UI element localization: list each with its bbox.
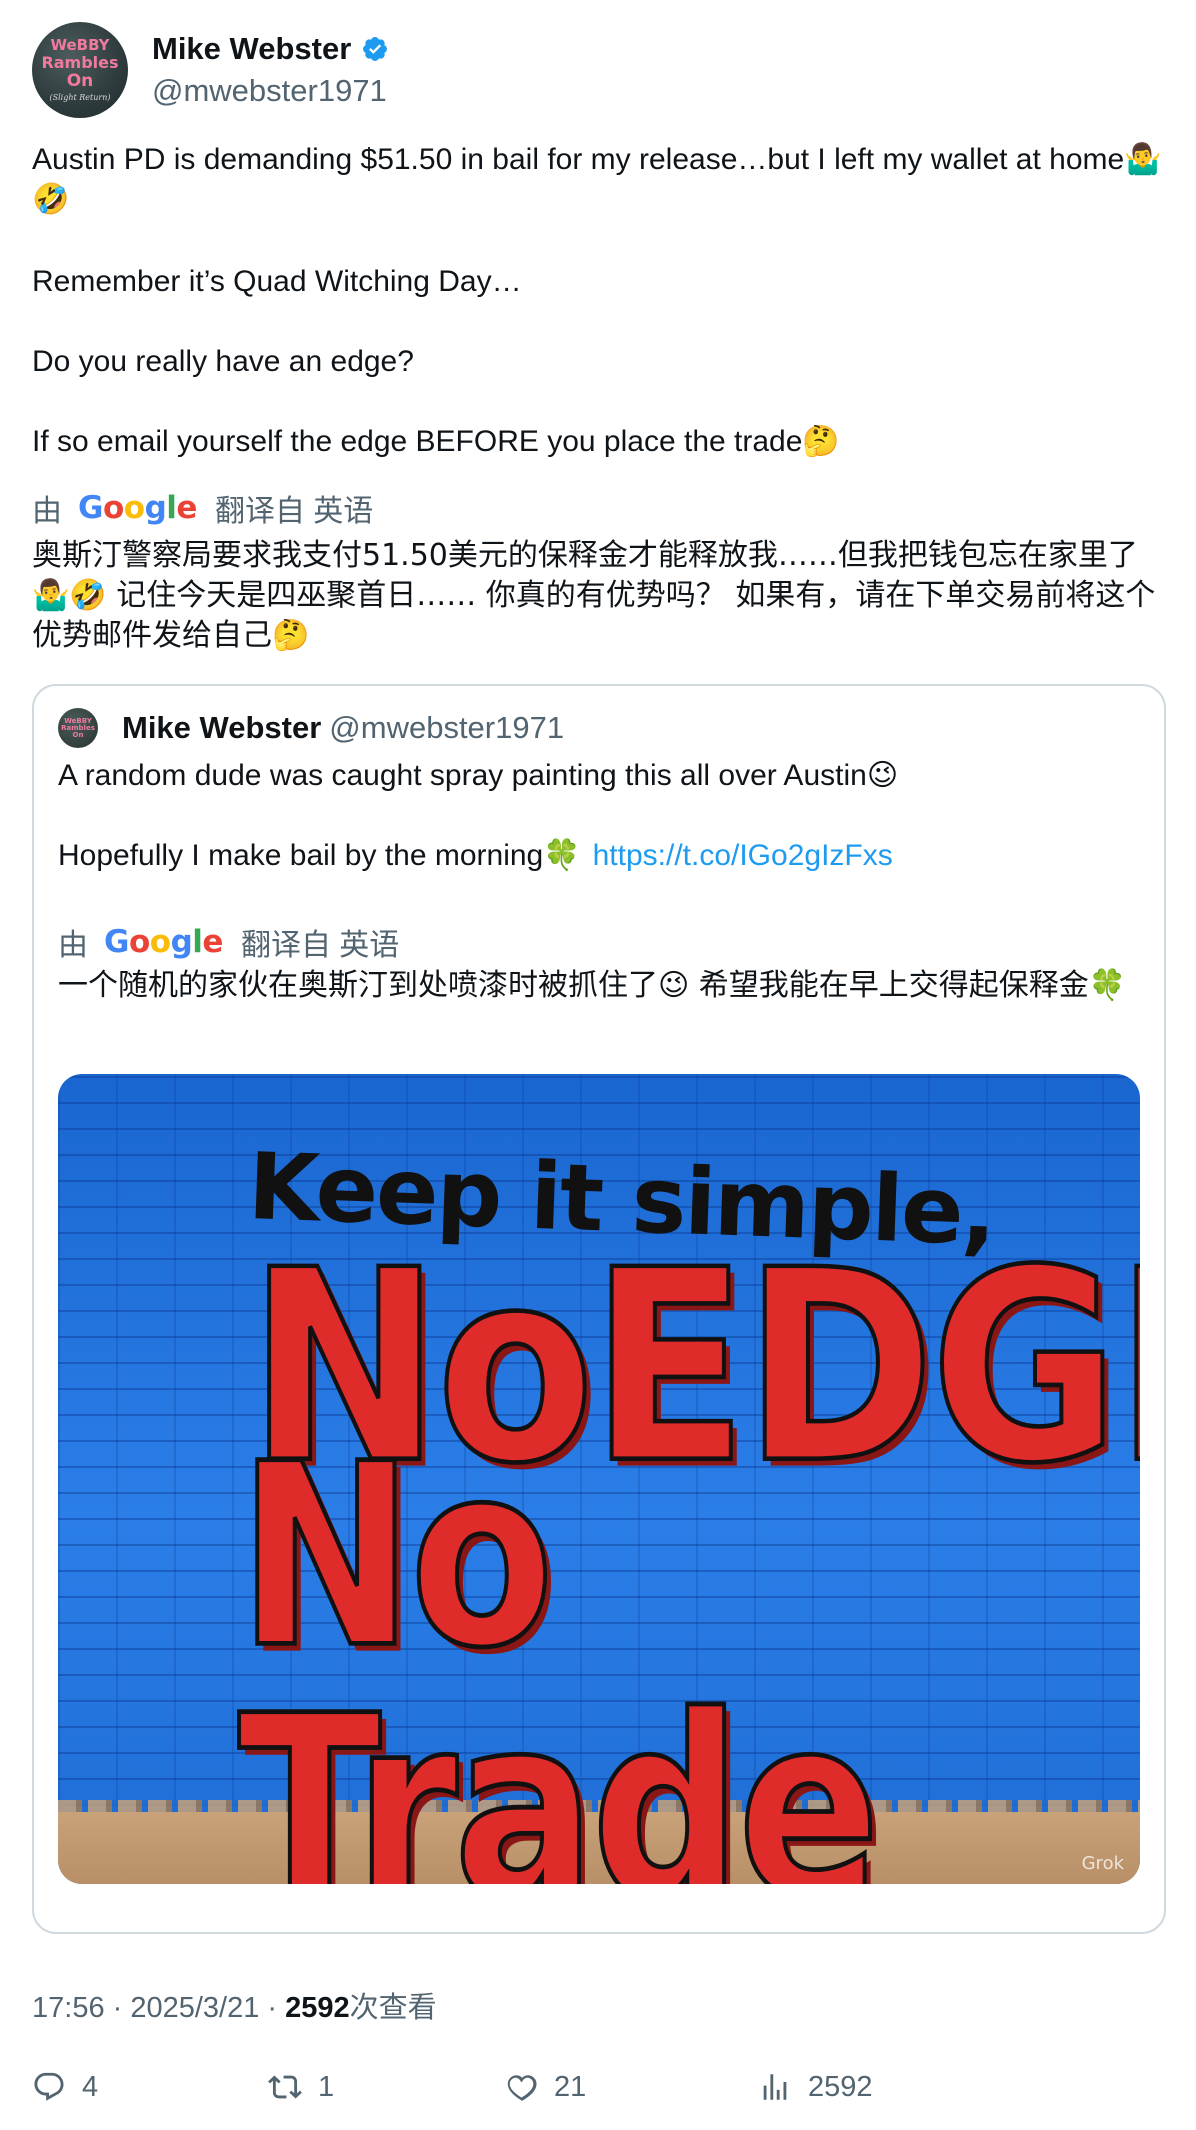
- tweet-meta: 17:56 · 2025/3/21 · 2592次查看: [32, 1984, 437, 2026]
- reply-button[interactable]: 4: [32, 2070, 98, 2104]
- tweet-header: WeBBY Rambles On (Slight Return) Mike We…: [32, 22, 389, 118]
- tweet-text-line-2: Remember it’s Quad Witching Day…: [32, 265, 522, 298]
- quoted-text-line-1: A random dude was caught spray painting …: [58, 759, 899, 792]
- retweet-count: 1: [318, 2070, 335, 2103]
- avatar-text-4: (Slight Return): [49, 93, 111, 102]
- google-logo-icon: Google: [104, 924, 223, 960]
- author-handle[interactable]: @mwebster1971: [152, 73, 389, 109]
- tweet-timestamp[interactable]: 17:56 · 2025/3/21 ·: [32, 1992, 285, 2024]
- translate-prefix: 由: [32, 495, 62, 528]
- views-button[interactable]: 2592: [758, 2070, 873, 2104]
- quoted-tweet[interactable]: WeBBY Rambles On Mike Webster @mwebster1…: [32, 684, 1166, 1934]
- tweet-page: WeBBY Rambles On (Slight Return) Mike We…: [0, 0, 1196, 2130]
- tweet-text-line-1: Austin PD is demanding $51.50 in bail fo…: [32, 143, 1162, 216]
- quoted-translate-prefix: 由: [58, 929, 88, 962]
- quoted-avatar: WeBBY Rambles On: [58, 708, 98, 748]
- views-icon: [763, 2074, 787, 2100]
- views-count: 2592: [808, 2070, 873, 2103]
- tweet-translation: 奥斯汀警察局要求我支付51.50美元的保释金才能释放我……但我把钱包忘在家里了🤷…: [32, 538, 1156, 653]
- reply-icon: [34, 2072, 64, 2101]
- avatar-text-3: On: [66, 71, 94, 91]
- quoted-author-handle: @mwebster1971: [329, 710, 565, 745]
- translate-suffix: 翻译自 英语: [214, 495, 374, 528]
- reply-count: 4: [82, 2070, 99, 2103]
- quoted-translation: 一个随机的家伙在奥斯汀到处喷漆时被抓住了😉 希望我能在早上交得起保释金🍀: [58, 968, 1127, 1003]
- author-name[interactable]: Mike Webster: [152, 31, 351, 67]
- graffiti: Keep it simple, NoEDGE, No Trade !!!: [58, 1074, 1140, 1884]
- like-count: 21: [554, 2070, 587, 2103]
- graffiti-line-3: No Trade !!!: [236, 1409, 882, 1884]
- retweet-button[interactable]: 1: [268, 2070, 334, 2104]
- avatar[interactable]: WeBBY Rambles On (Slight Return): [32, 22, 128, 118]
- quoted-translated-by-google[interactable]: 由 Google 翻译自 英语: [58, 920, 411, 964]
- quoted-image[interactable]: Keep it simple, NoEDGE, No Trade !!! Gro…: [58, 1074, 1140, 1884]
- view-count: 2592: [285, 1992, 350, 2024]
- quoted-header: WeBBY Rambles On Mike Webster @mwebster1…: [58, 708, 564, 748]
- name-row: Mike Webster: [152, 31, 389, 67]
- like-button[interactable]: 21: [504, 2070, 586, 2104]
- action-bar: 4 1 21 2592: [32, 2070, 1182, 2110]
- heart-icon: [507, 2075, 537, 2101]
- avatar-text-2: Rambles: [41, 53, 119, 72]
- view-count-label: 次查看: [349, 1992, 437, 2024]
- grok-watermark: Grok: [1081, 1853, 1124, 1874]
- retweet-icon: [268, 2075, 302, 2099]
- avatar-text-1: WeBBY: [50, 36, 110, 54]
- google-logo-icon: Google: [78, 490, 197, 526]
- translated-by-google[interactable]: 由 Google 翻译自 英语: [32, 486, 385, 530]
- verified-badge-icon: [363, 37, 388, 61]
- author-names: Mike Webster @mwebster1971: [152, 31, 389, 109]
- quoted-author-name: Mike Webster: [122, 710, 322, 745]
- tweet-text-line-3: Do you really have an edge?: [32, 345, 414, 378]
- quoted-text-line-2: Hopefully I make bail by the morning🍀 htt…: [58, 836, 1138, 876]
- tweet-text-line-4: If so email yourself the edge BEFORE you…: [32, 425, 840, 458]
- quoted-avatar-text-3: On: [72, 730, 84, 739]
- quoted-text-line-2-body: Hopefully I make bail by the morning🍀: [58, 839, 581, 872]
- quoted-translate-suffix: 翻译自 英语: [240, 929, 400, 962]
- quoted-link[interactable]: https://t.co/IGo2gIzFxs: [593, 839, 893, 872]
